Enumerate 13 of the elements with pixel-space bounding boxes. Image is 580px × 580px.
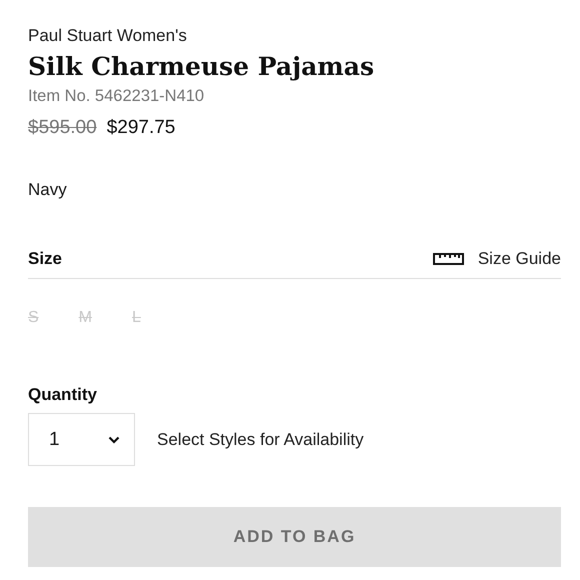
chevron-down-icon	[108, 436, 120, 444]
color-name: Navy	[28, 179, 68, 201]
availability-text: Select Styles for Availability	[157, 430, 364, 450]
quantity-label: Quantity	[28, 385, 97, 404]
item-number: Item No. 5462231-N410	[28, 86, 206, 107]
sale-price: $297.75	[106, 117, 176, 139]
brand-name: Paul Stuart Women's	[28, 25, 188, 47]
size-label: Size	[28, 249, 62, 269]
original-price: $595.00	[28, 117, 97, 139]
product-title: Silk Charmeuse Pajamas	[28, 51, 376, 83]
ruler-icon	[432, 253, 464, 265]
quantity-select[interactable]: 1	[28, 413, 135, 466]
size-guide-link[interactable]: Size Guide	[432, 249, 561, 269]
